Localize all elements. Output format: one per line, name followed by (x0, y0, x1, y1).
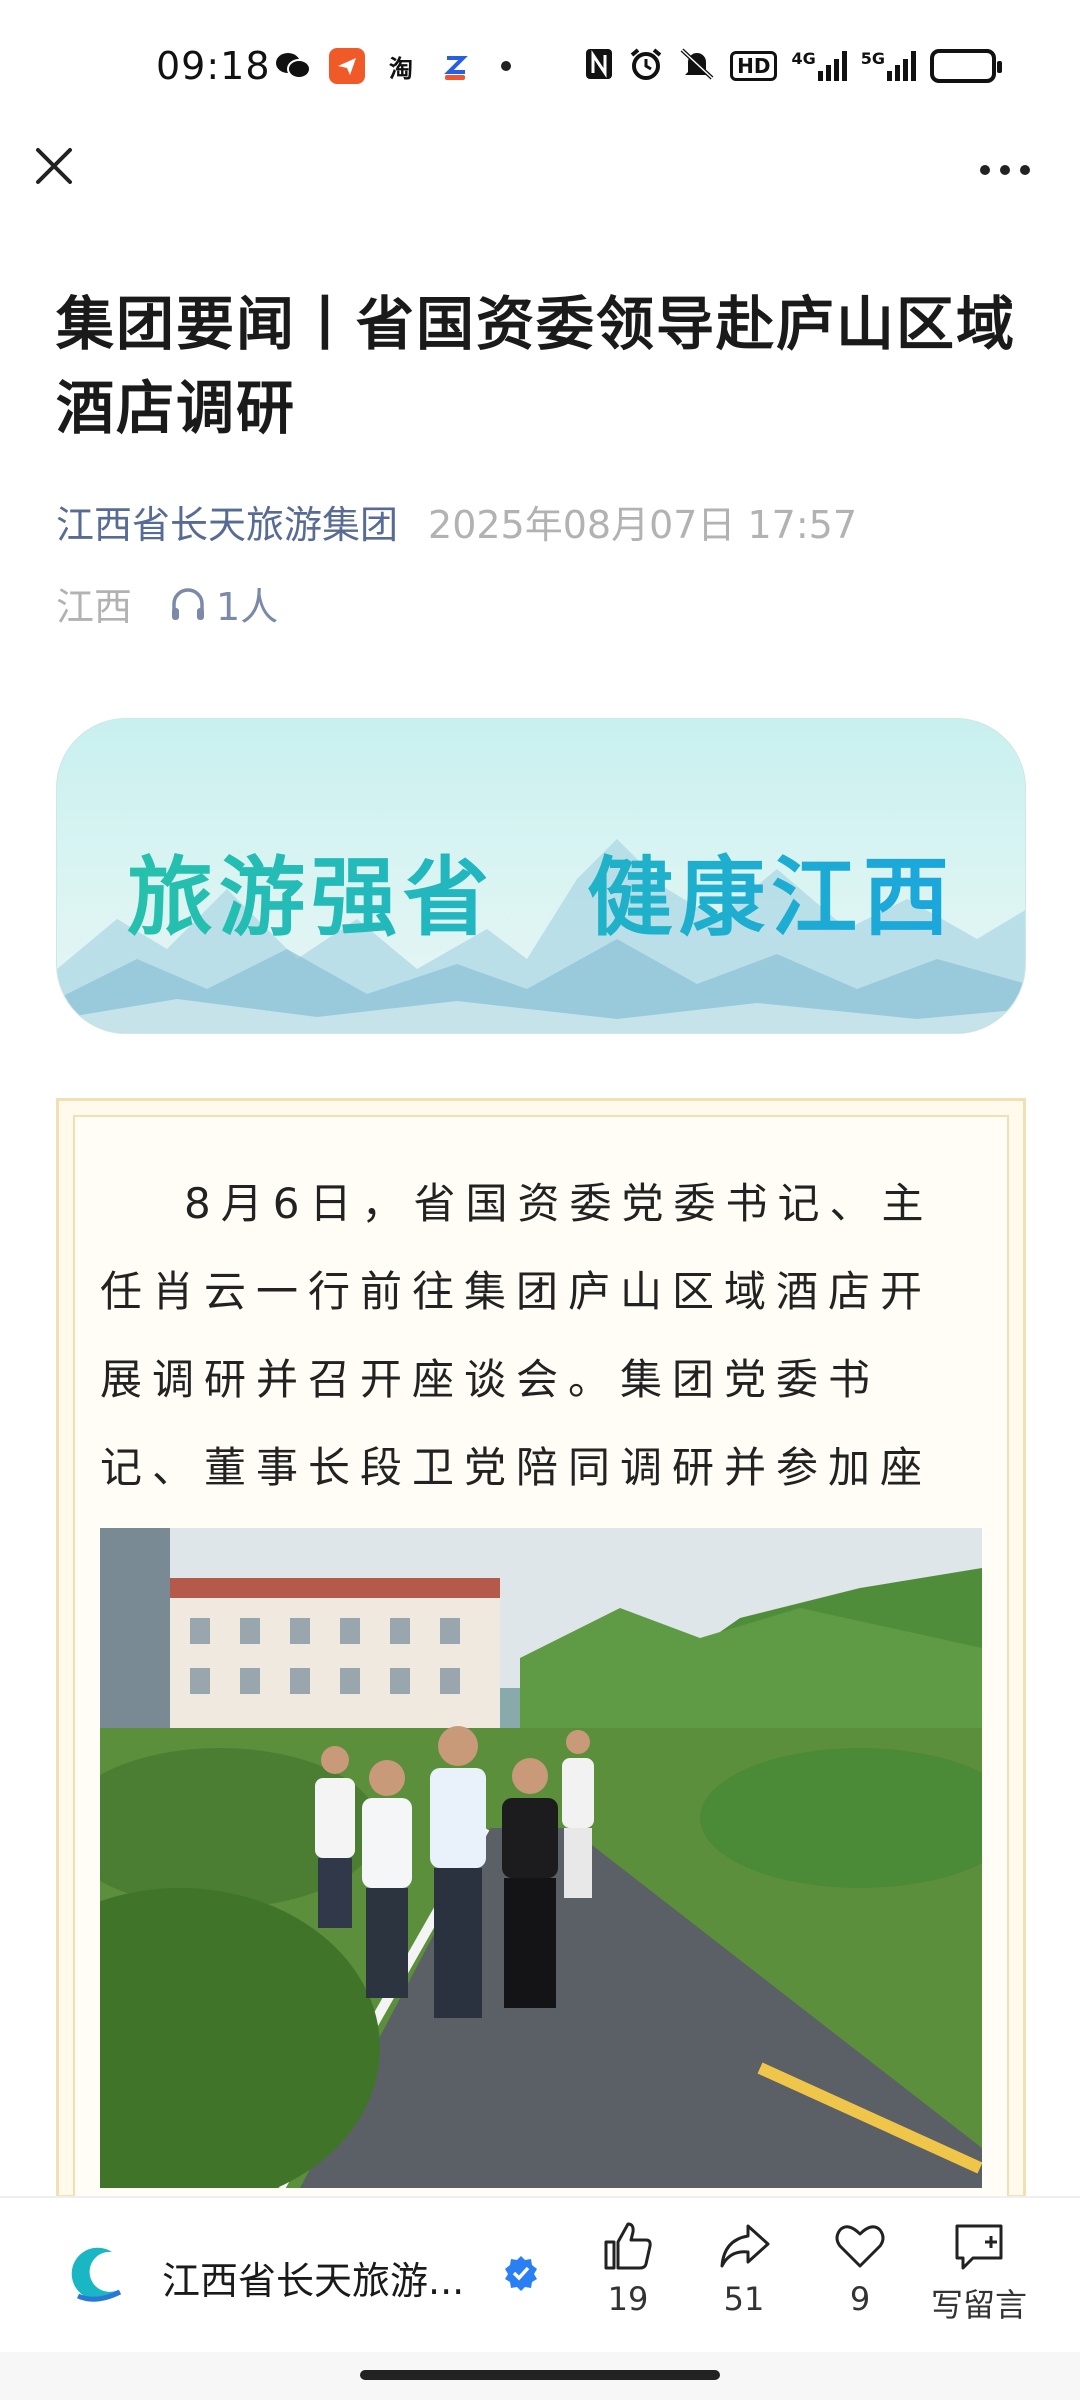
notification-dot (501, 61, 511, 71)
thumbs-up-icon (604, 2222, 652, 2270)
home-indicator[interactable] (360, 2370, 720, 2380)
comment-button[interactable]: 写留言 (926, 2218, 1032, 2326)
article-title: 集团要闻丨省国资委领导赴庐山区域酒店调研 (56, 290, 1017, 442)
comment-plus-icon (955, 2224, 1003, 2270)
share-count: 51 (723, 2280, 765, 2318)
account-name[interactable]: 江西省长天旅游... (162, 2250, 492, 2305)
wechat-icon (275, 48, 311, 84)
comment-label: 写留言 (930, 2286, 1027, 2324)
headphones-icon (172, 587, 205, 620)
status-time: 09:18 (156, 44, 271, 88)
listen-button[interactable]: 1人 (168, 576, 278, 631)
4g-signal-icon: 4G (791, 51, 847, 81)
5g-signal-icon: 5G (861, 51, 916, 81)
banner-slogan: 旅游强省 健康江西 (57, 827, 1025, 952)
hd-icon: HD (730, 51, 778, 81)
more-button[interactable] (970, 150, 1040, 190)
like-button[interactable]: 19 (578, 2218, 678, 2318)
cloud-icon (437, 48, 473, 84)
favorite-count: 9 (849, 2280, 871, 2318)
region-label: 江西 (56, 585, 133, 629)
nfc-icon (584, 47, 614, 85)
article-meta-secondary: 江西 1人 (56, 576, 278, 631)
status-bar: 09:18 淘 HD 4G 5G (0, 0, 1080, 138)
banner-image: 旅游强省 健康江西 (56, 718, 1026, 1034)
close-icon (36, 148, 72, 184)
listener-count: 1人 (216, 585, 279, 629)
favorite-button[interactable]: 9 (810, 2218, 910, 2318)
battery-icon (930, 49, 1002, 83)
verified-badge-icon (502, 2254, 540, 2292)
status-app-icons: 淘 (275, 48, 511, 84)
heart-icon (835, 2225, 885, 2268)
publish-time: 2025年08月07日 17:57 (428, 503, 858, 547)
close-button[interactable] (28, 140, 80, 192)
account-link[interactable]: 江西省长天旅游集团 (56, 494, 398, 549)
share-button[interactable]: 51 (694, 2218, 794, 2318)
status-system-icons: HD 4G 5G (584, 46, 1002, 86)
share-arrow-icon (720, 2224, 770, 2268)
mute-icon (678, 46, 716, 86)
alarm-icon (628, 46, 664, 86)
taobao-icon: 淘 (389, 54, 413, 83)
bottom-action-bar: 江西省长天旅游... 19 51 9 写留言 (0, 2196, 1080, 2352)
more-icon (980, 165, 990, 175)
article-photo[interactable] (100, 1528, 982, 2188)
article-meta: 江西省长天旅游集团 2025年08月07日 17:57 (56, 494, 857, 549)
like-count: 19 (607, 2280, 649, 2318)
photo-illustration (100, 1528, 982, 2188)
message-icon (329, 48, 365, 84)
account-logo-icon[interactable] (60, 2238, 132, 2310)
